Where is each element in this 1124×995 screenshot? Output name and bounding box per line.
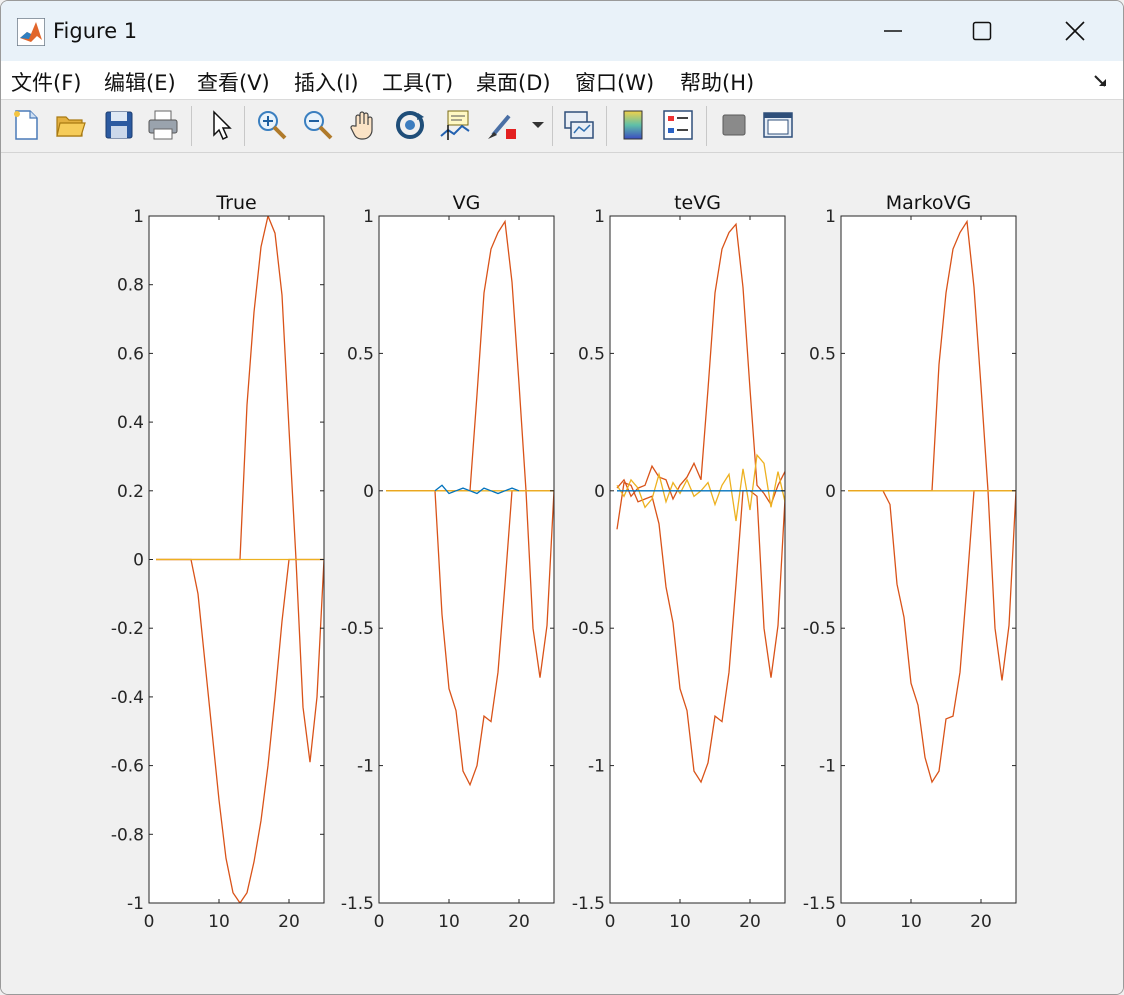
toolbar-separator [706, 106, 707, 146]
minimize-button[interactable] [865, 13, 921, 49]
subplot-3: teVG10.50-0.5-1-1.50 10 20 [572, 192, 786, 932]
menu-bar: 文件(F) 编辑(E) 查看(V) 插入(I) 工具(T) 桌面(D) 窗口(W… [1, 61, 1123, 100]
y-tick-label: -0.5 [803, 619, 836, 639]
x-tick-label: 0 [836, 912, 847, 932]
y-tick-label: -1 [588, 757, 605, 777]
x-tick-label: 10 [208, 912, 230, 932]
toolbar-separator [552, 106, 553, 146]
subplot-1: True10.80.60.40.20-0.2-0.4-0.6-0.8-10 10 2… [111, 192, 325, 932]
link-plot-icon[interactable] [562, 108, 596, 142]
save-icon[interactable] [102, 108, 136, 142]
x-tick-label: 0 [374, 912, 385, 932]
toolbar-separator [244, 106, 245, 146]
zoom-out-icon[interactable] [301, 108, 335, 142]
brush-icon[interactable] [485, 108, 519, 142]
x-tick-label: 10 [669, 912, 691, 932]
x-tick-label: 20 [970, 912, 992, 932]
figure-toolbar [1, 100, 1123, 153]
y-tick-label: 0 [363, 482, 374, 502]
pan-icon[interactable] [347, 108, 381, 142]
open-folder-icon[interactable] [54, 108, 88, 142]
y-tick-label: -1 [819, 757, 836, 777]
y-tick-label: -0.5 [341, 619, 374, 639]
legend-icon[interactable] [661, 108, 695, 142]
y-tick-label: 0.5 [578, 344, 605, 364]
menu-file[interactable]: 文件(F) [11, 67, 81, 97]
y-tick-label: -0.2 [111, 619, 144, 639]
y-tick-label: 1 [825, 207, 836, 227]
y-tick-label: 0.6 [117, 344, 144, 364]
y-tick-label: 0 [133, 551, 144, 571]
menu-edit[interactable]: 编辑(E) [104, 67, 176, 97]
minimize-icon [884, 30, 902, 32]
maximize-icon [972, 21, 992, 41]
y-tick-label: 0.2 [117, 482, 144, 502]
print-icon[interactable] [146, 108, 180, 142]
y-tick-label: -0.8 [111, 825, 144, 845]
y-tick-label: 1 [594, 207, 605, 227]
figure-plots: True10.80.60.40.20-0.2-0.4-0.6-0.8-10 10 2… [111, 192, 1017, 932]
rotate-3d-icon[interactable] [393, 108, 427, 142]
y-tick-label: -1 [127, 894, 144, 914]
x-tick-label: 0 [144, 912, 155, 932]
window-title: Figure 1 [53, 19, 138, 43]
subplot-title: VG [453, 192, 481, 214]
colorbar-icon[interactable] [616, 108, 650, 142]
x-tick-label: 20 [278, 912, 300, 932]
hide-plot-tools-icon[interactable] [717, 108, 751, 142]
subplot-title: MarkoVG [886, 192, 972, 214]
pointer-icon[interactable] [204, 108, 238, 142]
axes-background [841, 216, 1016, 903]
y-tick-label: -1.5 [341, 894, 374, 914]
zoom-in-icon[interactable] [255, 108, 289, 142]
y-tick-label: 0 [594, 482, 605, 502]
x-tick-label: 20 [508, 912, 530, 932]
matlab-logo-icon [17, 18, 45, 46]
menu-insert[interactable]: 插入(I) [294, 67, 359, 97]
x-tick-label: 10 [900, 912, 922, 932]
x-tick-label: 20 [739, 912, 761, 932]
menu-window[interactable]: 窗口(W) [575, 67, 654, 97]
axes-background [610, 216, 785, 903]
subplot-title: True [215, 192, 256, 214]
y-tick-label: -0.6 [111, 757, 144, 777]
axes-background [379, 216, 554, 903]
data-cursor-icon[interactable] [438, 108, 472, 142]
y-tick-label: 0.4 [117, 413, 144, 433]
menu-tools[interactable]: 工具(T) [382, 67, 453, 97]
y-tick-label: 0 [825, 482, 836, 502]
toolbar-separator [606, 106, 607, 146]
subplot-2: VG10.50-0.5-1-1.50 10 20 [341, 192, 555, 932]
maximize-button[interactable] [954, 13, 1010, 49]
menu-help[interactable]: 帮助(H) [680, 67, 754, 97]
y-tick-label: 0.8 [117, 276, 144, 296]
new-file-icon[interactable] [9, 108, 43, 142]
figure-window: Figure 1 文件(F) 编辑(E) 查看(V) 插入(I) 工具(T) 桌… [0, 0, 1124, 995]
y-tick-label: 0.5 [809, 344, 836, 364]
y-tick-label: 1 [363, 207, 374, 227]
y-tick-label: 0.5 [347, 344, 374, 364]
y-tick-label: -1 [357, 757, 374, 777]
y-tick-label: 1 [133, 207, 144, 227]
menu-view[interactable]: 查看(V) [197, 67, 270, 97]
close-icon [1065, 21, 1085, 41]
figure-canvas: True 1 0.8 0.6 0.4 0.2 0 -0.2 -0.4 -0.6 -0.8 -1 0 10 2… [1, 153, 1123, 994]
subplot-title: teVG [674, 192, 721, 214]
y-tick-label: -1.5 [572, 894, 605, 914]
title-bar: Figure 1 [1, 1, 1123, 61]
dock-arrow-icon[interactable] [1093, 73, 1109, 89]
y-tick-label: -0.5 [572, 619, 605, 639]
close-button[interactable] [1047, 13, 1103, 49]
chevron-down-icon[interactable] [527, 108, 549, 142]
menu-desktop[interactable]: 桌面(D) [476, 67, 551, 97]
x-tick-label: 10 [438, 912, 460, 932]
y-tick-label: -1.5 [803, 894, 836, 914]
show-plot-tools-icon[interactable] [761, 108, 795, 142]
x-tick-label: 0 [605, 912, 616, 932]
subplot-4: MarkoVG10.50-0.5-1-1.50 10 20 [803, 192, 1017, 932]
toolbar-separator [191, 106, 192, 146]
y-tick-label: -0.4 [111, 688, 144, 708]
